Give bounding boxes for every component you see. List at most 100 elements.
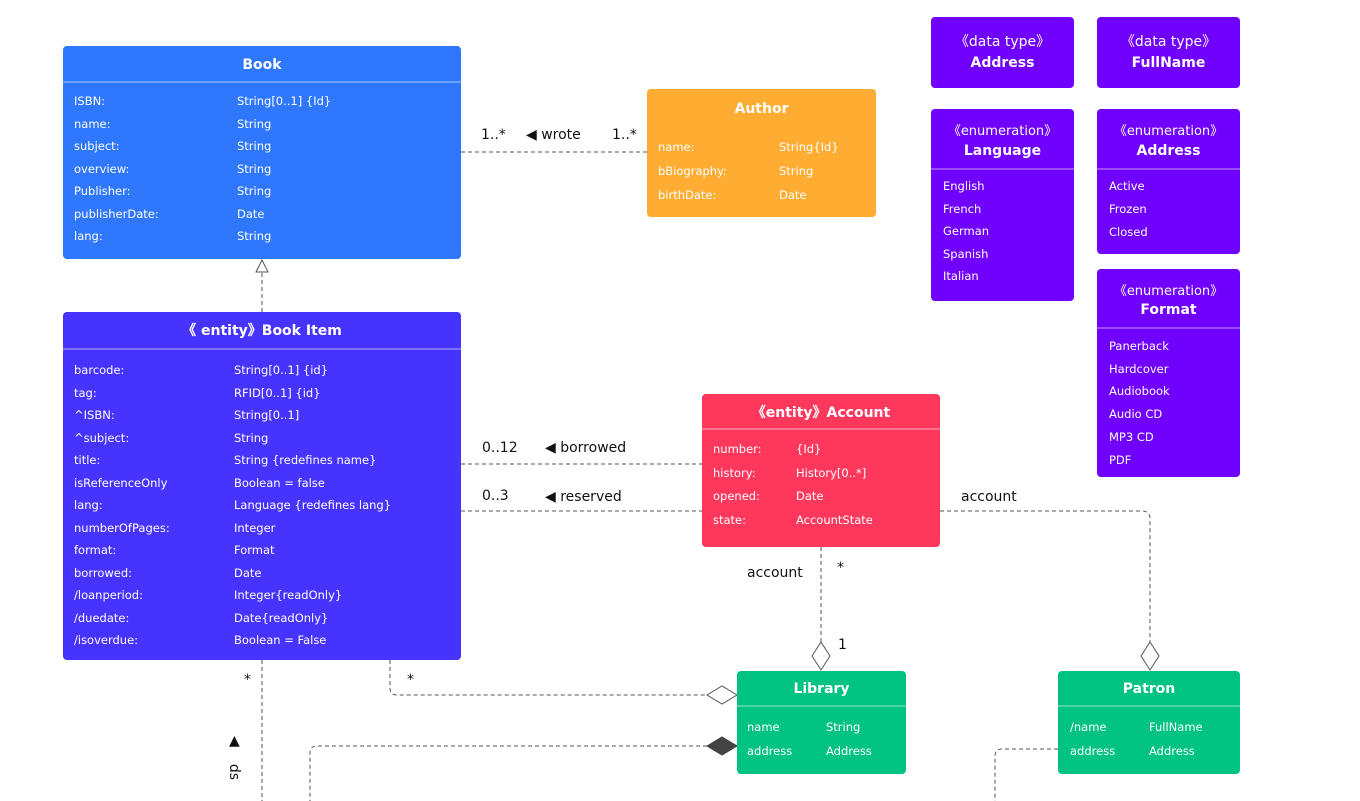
enum-literal: Closed bbox=[1109, 225, 1148, 239]
stereotype: 《enumeration》 bbox=[947, 124, 1058, 139]
attribute-type: Language {redefines lang} bbox=[234, 498, 392, 512]
attribute-type: Format bbox=[234, 543, 275, 557]
composition-diamond-icon bbox=[706, 736, 738, 756]
enum-literal: Audiobook bbox=[1109, 384, 1170, 399]
class-title: Patron bbox=[1058, 671, 1240, 707]
multiplicity: * bbox=[837, 560, 844, 576]
enum-name: Address bbox=[1136, 143, 1201, 159]
association-name: ◀ wrote bbox=[526, 127, 581, 143]
datatype-address[interactable]: 《data type》 Address bbox=[931, 17, 1074, 88]
attribute-type: Address bbox=[1149, 744, 1195, 758]
attribute-name: publisherDate: bbox=[74, 206, 159, 221]
class-account[interactable]: 《entity》Account number: {Id} history: Histo… bbox=[702, 394, 940, 547]
attribute-type: Address bbox=[826, 744, 872, 758]
aggregation-diamond-icon bbox=[706, 685, 738, 705]
class-title: Library bbox=[737, 671, 906, 707]
library-address-line bbox=[309, 745, 707, 801]
enum-literal: Frozen bbox=[1109, 202, 1147, 216]
attribute-type: String {redefines name} bbox=[234, 453, 377, 467]
attribute-type: RFID[0..1] {id} bbox=[234, 385, 321, 400]
enum-name: Language bbox=[963, 143, 1042, 159]
attribute-type: {Id} bbox=[796, 442, 822, 456]
attribute-name: birthDate: bbox=[658, 188, 717, 202]
enum-literal: Audio CD bbox=[1109, 407, 1163, 422]
account-patron-line bbox=[940, 510, 1151, 642]
enum-literal: German bbox=[943, 224, 990, 238]
direction-arrow-icon: ▲ bbox=[229, 733, 240, 749]
attribute-type: String bbox=[826, 720, 861, 734]
type-name: Address bbox=[970, 55, 1035, 71]
class-library[interactable]: Library name String address Address bbox=[737, 671, 906, 774]
class-author[interactable]: Author name: String{Id} bBiography: String b… bbox=[647, 89, 876, 217]
attribute-name: title: bbox=[74, 453, 101, 467]
type-name: FullName bbox=[1131, 55, 1206, 71]
class-patron[interactable]: Patron /name FullName address Address bbox=[1058, 671, 1240, 774]
attribute-name: overview: bbox=[74, 161, 130, 176]
attribute-name: bBiography: bbox=[658, 164, 727, 178]
enum-literal: Hardcover bbox=[1109, 361, 1169, 376]
multiplicity: 1 bbox=[838, 637, 847, 653]
attribute-type: AccountState bbox=[796, 512, 873, 527]
enum-literal: Italian bbox=[943, 269, 979, 283]
attribute-name: name bbox=[747, 720, 780, 734]
attribute-name: isReferenceOnly bbox=[74, 475, 168, 490]
attribute-name: Publisher: bbox=[74, 184, 131, 198]
attribute-type: String bbox=[237, 161, 272, 176]
attribute-name: number: bbox=[713, 442, 762, 456]
generalization-triangle bbox=[255, 258, 269, 273]
enum-language[interactable]: 《enumeration》 Language English French Germ… bbox=[931, 109, 1074, 301]
patron-address-line bbox=[994, 748, 1058, 801]
attribute-name: ^ISBN: bbox=[74, 408, 115, 422]
attribute-name: tag: bbox=[74, 385, 97, 400]
enum-literal: Panerback bbox=[1109, 339, 1169, 353]
stereotype: 《enumeration》 bbox=[1113, 124, 1224, 139]
attribute-name: borrowed: bbox=[74, 565, 133, 580]
attribute-name: /duedate: bbox=[74, 610, 130, 625]
enum-literal: English bbox=[943, 179, 985, 193]
attribute-name: /name bbox=[1070, 720, 1107, 734]
multiplicity: * bbox=[407, 672, 414, 688]
attribute-name: numberOfPages: bbox=[74, 520, 170, 535]
class-title: Author bbox=[734, 101, 789, 117]
aggregation-diamond-icon bbox=[811, 641, 831, 671]
aggregation-diamond-icon bbox=[1140, 641, 1160, 671]
multiplicity: 1..* bbox=[612, 127, 637, 143]
attribute-type: String bbox=[237, 184, 272, 198]
attribute-name: address bbox=[1070, 744, 1116, 758]
attribute-name: ISBN: bbox=[74, 94, 106, 108]
attribute-name: /isoverdue: bbox=[74, 633, 139, 647]
attribute-type: String[0..1] {id} bbox=[234, 363, 329, 377]
enum-format[interactable]: 《enumeration》 Format Panerback Hardcover A… bbox=[1097, 269, 1240, 477]
attribute-type: Date{readOnly} bbox=[234, 610, 329, 625]
attribute-name: ^subject: bbox=[74, 430, 130, 445]
class-title: 《 entity》Book Item bbox=[63, 312, 461, 350]
stereotype: 《enumeration》 bbox=[1113, 284, 1224, 299]
class-book-item[interactable]: 《 entity》Book Item barcode: String[0..1] … bbox=[63, 312, 461, 660]
attribute-type: Boolean = False bbox=[234, 633, 327, 647]
attribute-name: lang: bbox=[74, 498, 103, 512]
attribute-type: Integer bbox=[234, 520, 276, 535]
attribute-name: name: bbox=[74, 116, 111, 131]
attribute-type: String bbox=[779, 164, 814, 178]
attribute-type: String{Id} bbox=[779, 140, 839, 154]
attribute-type: Date bbox=[234, 565, 262, 580]
class-title: Book bbox=[63, 46, 461, 83]
bookitem-library-line bbox=[389, 660, 707, 696]
attribute-type: Boolean = false bbox=[234, 475, 325, 490]
attribute-name: lang: bbox=[74, 229, 103, 243]
attribute-type: String bbox=[234, 430, 269, 445]
datatype-fullname[interactable]: 《data type》 FullName bbox=[1097, 17, 1240, 88]
attribute-name: opened: bbox=[713, 489, 760, 503]
multiplicity: 0..3 bbox=[482, 488, 509, 504]
role-name: account bbox=[961, 489, 1017, 505]
enum-address[interactable]: 《enumeration》 Address Active Frozen Closed bbox=[1097, 109, 1240, 254]
attribute-name: subject: bbox=[74, 139, 120, 153]
multiplicity: * bbox=[244, 672, 251, 688]
class-book[interactable]: Book ISBN: String[0..1] {Id} name: String su… bbox=[63, 46, 461, 259]
attribute-type: String[0..1] bbox=[234, 408, 300, 422]
enum-literal: Spanish bbox=[943, 246, 989, 261]
attribute-type: Integer{readOnly} bbox=[234, 588, 343, 602]
enum-literal: MP3 CD bbox=[1109, 429, 1154, 444]
attribute-type: String bbox=[237, 139, 272, 153]
enum-literal: Active bbox=[1109, 179, 1145, 193]
